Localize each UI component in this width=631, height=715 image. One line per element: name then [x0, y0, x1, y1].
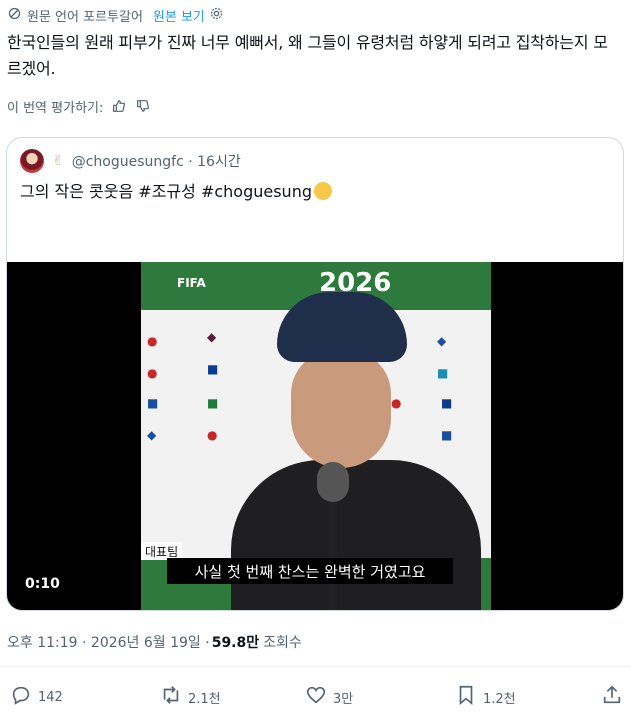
- microphone-icon: [317, 462, 349, 502]
- bookmark-icon: [455, 684, 477, 710]
- sponsor-logo-icon: ◆: [147, 428, 157, 442]
- view-count: 59.8만: [211, 635, 260, 651]
- thumbs-up-icon[interactable]: [111, 98, 127, 114]
- sponsor-logo-icon: ●: [147, 334, 158, 348]
- sponsor-logo-icon: ●: [147, 366, 158, 380]
- video-subtitle: 사실 첫 번째 찬스는 완벽한 거였고요: [167, 558, 453, 584]
- action-bar: 142 2.1천 3만 1.2천: [0, 683, 631, 711]
- gear-icon[interactable]: [209, 6, 224, 25]
- share-button[interactable]: [601, 683, 623, 711]
- share-icon: [601, 684, 623, 710]
- reply-button[interactable]: 142: [10, 683, 63, 711]
- reply-count: 142: [38, 689, 63, 705]
- rate-translation-row: 이 번역 평가하기:: [7, 96, 151, 116]
- thumbs-down-icon[interactable]: [135, 98, 151, 114]
- bookmark-count: 1.2천: [483, 691, 516, 707]
- view-count-label: 조회수: [263, 635, 302, 651]
- video-player[interactable]: FIFA 2026 ● ◆ ● ■ ■ ■ ◆ ● ◆ ■ ● ■ ■ 대표팀 …: [7, 262, 623, 610]
- rate-translation-label: 이 번역 평가하기:: [7, 100, 104, 116]
- bookmark-button[interactable]: 1.2천: [455, 683, 516, 711]
- translation-bar: 원문 언어 포르투갈어 원본 보기: [7, 6, 224, 25]
- hand-emoji-icon: ✌: [52, 153, 64, 169]
- divider: [0, 666, 631, 667]
- heart-icon: [305, 684, 327, 710]
- tweet-text: 한국인들의 원래 피부가 진짜 너무 예뻐서, 왜 그들이 유령처럼 하얗게 되…: [7, 33, 608, 78]
- speaker-face: [291, 350, 391, 468]
- retweet-button[interactable]: 2.1천: [160, 683, 221, 711]
- retweet-count: 2.1천: [188, 691, 221, 707]
- sponsor-logo-icon: ◆: [207, 330, 217, 344]
- quoted-tweet-card[interactable]: ✌ @choguesungfc · 16시간 그의 작은 콧웃음 #조규성 #c…: [6, 137, 624, 611]
- melting-face-icon: [314, 182, 332, 200]
- like-count: 3만: [333, 691, 354, 707]
- quote-header: ✌ @choguesungfc · 16시간: [20, 149, 241, 173]
- tweet-datetime[interactable]: 오후 11:19 · 2026년 6월 19일 ·: [7, 632, 210, 652]
- sponsor-logo-icon: ■: [207, 396, 219, 410]
- quote-text-body: 그의 작은 콧웃음 #조규성 #choguesung: [20, 182, 312, 201]
- backdrop-fifa-logo: FIFA: [177, 276, 206, 290]
- translate-icon: [7, 6, 22, 25]
- sponsor-logo-icon: ●: [207, 428, 218, 442]
- microphone-stand: [329, 500, 337, 610]
- speaker-hoodie: [231, 460, 481, 610]
- reply-icon: [10, 684, 32, 710]
- translation-label: 원문 언어 포르투갈어: [27, 9, 143, 25]
- quote-handle[interactable]: @choguesungfc · 16시간: [72, 151, 241, 171]
- sponsor-logo-icon: ■: [147, 396, 159, 410]
- quote-text: 그의 작은 콧웃음 #조규성 #choguesung: [20, 178, 332, 202]
- like-button[interactable]: 3만: [305, 683, 353, 711]
- sponsor-logo-icon: ■: [207, 362, 219, 376]
- tweet-meta: 오후 11:19 · 2026년 6월 19일 · 59.8만 조회수: [7, 632, 302, 652]
- avatar[interactable]: [20, 149, 44, 173]
- show-original-link[interactable]: 원본 보기: [153, 6, 205, 25]
- video-time: 0:10: [25, 576, 60, 592]
- retweet-icon: [160, 684, 182, 710]
- speaker-cap: [277, 292, 407, 362]
